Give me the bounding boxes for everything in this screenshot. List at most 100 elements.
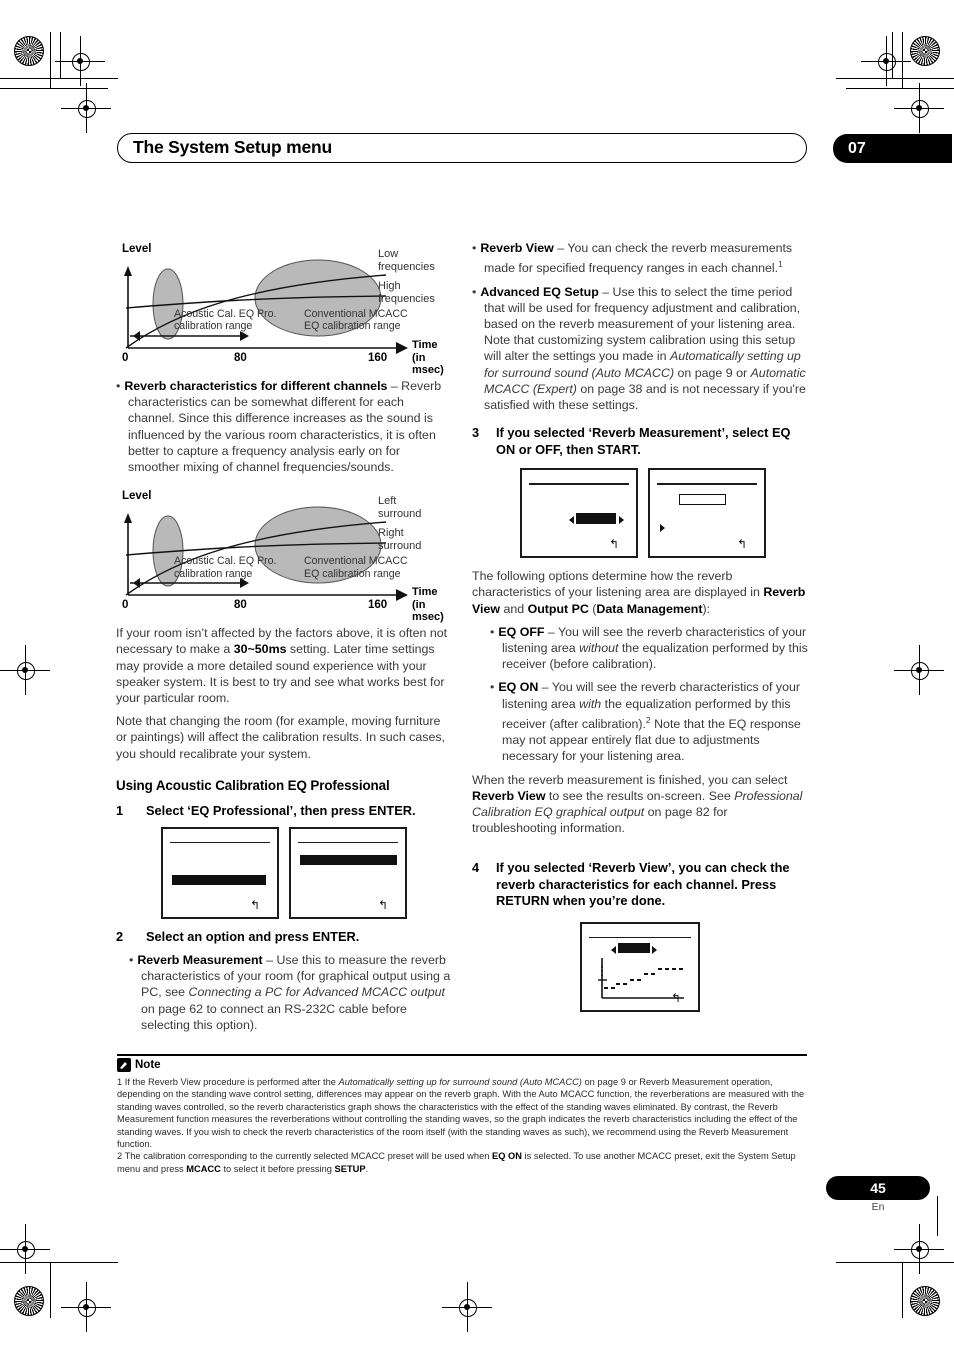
caret-right-icon	[660, 524, 665, 533]
paragraph-following-options: The following options determine how the …	[472, 569, 806, 616]
bullet-title: EQ ON	[498, 680, 539, 695]
bullet-title: Reverb Measurement	[137, 953, 263, 968]
caret-right-icon	[652, 945, 657, 954]
crop-mark-line	[846, 88, 954, 90]
step-1-text: Select ‘EQ Professional’, then press ENT…	[146, 803, 416, 819]
osd-screen-eq-professional-list[interactable]: ↰	[161, 826, 279, 919]
step-2-text: Select an option and press ENTER.	[146, 928, 360, 944]
figure-tick-80: 80	[234, 599, 247, 612]
figure-tick-80: 80	[234, 352, 247, 364]
note-heading-label: Note	[135, 1059, 161, 1071]
registration-target-mark	[55, 36, 105, 86]
crop-mark-line	[836, 78, 954, 80]
screen-title-rule	[298, 841, 398, 844]
step-3-number: 3	[472, 425, 480, 441]
return-icon: ↰	[670, 990, 681, 1005]
bullet-glyph: •	[472, 284, 477, 299]
figure-curve-label-low: Low frequencies	[378, 248, 435, 273]
footnote-1: 1 If the Reverb View procedure is perfor…	[117, 1077, 805, 1150]
osd-screen-eq-professional-selected[interactable]: ↰	[289, 826, 407, 919]
registration-target-mark	[894, 83, 944, 133]
figure-reverb-surround: Level Left surround Right surround Acousti…	[116, 487, 454, 623]
figure-annotation-right: Conventional MCACC EQ calibration range	[304, 555, 408, 580]
screens-step-1: ↰ ↰	[161, 826, 454, 919]
registration-target-mark	[894, 645, 944, 695]
figure-reverb-frequencies: Level Low frequencies High frequencies Aco…	[116, 240, 454, 376]
bullet-glyph: •	[490, 624, 495, 639]
bullet-reverb-measurement: • Reverb Measurement – Use this to measur…	[129, 953, 451, 1032]
right-column: • Reverb View – You can check the reverb …	[472, 240, 810, 1022]
crop-mark-line	[60, 32, 62, 78]
figure-x-axis-label: Time (in msec)	[412, 339, 444, 377]
bullet-title: Advanced EQ Setup	[480, 284, 599, 299]
osd-screen-eq-setting[interactable]: ↰	[520, 468, 638, 559]
page-language-label: En	[871, 1201, 885, 1213]
screens-step-3: ↰ ↰	[520, 468, 810, 559]
registration-target-mark	[0, 645, 50, 695]
bullet-advanced-eq-setup: • Advanced EQ Setup – Use this to select …	[472, 284, 806, 412]
paragraph-room-settings: If your room isn’t affected by the facto…	[116, 626, 448, 706]
step-4-text: If you selected ‘Reverb View’, you can c…	[496, 860, 790, 909]
step-2-number: 2	[116, 928, 124, 944]
osd-screen-reverb-view-graph[interactable]: ↰	[580, 921, 700, 1012]
crop-mark-line	[50, 32, 52, 88]
figure-curve-label-high: High frequencies	[378, 280, 435, 305]
crop-mark-line	[0, 1262, 118, 1264]
registration-target-mark	[861, 36, 911, 86]
figure-annotation-right: Conventional MCACC EQ calibration range	[304, 308, 408, 333]
bullet-glyph: •	[129, 953, 134, 968]
figure-tick-0: 0	[122, 352, 129, 364]
figure-y-axis-label: Level	[122, 490, 152, 503]
bullet-title: EQ OFF	[498, 624, 545, 639]
registration-target-mark	[61, 83, 111, 133]
redacted-value	[576, 513, 616, 525]
registration-target-mark	[894, 1224, 944, 1274]
crop-mark-line	[0, 78, 118, 80]
crop-mark-line	[0, 88, 108, 90]
bullet-reverb-view: • Reverb View – You can check the reverb …	[472, 241, 793, 276]
step-4-number: 4	[472, 860, 480, 876]
paragraph-measurement-finished: When the reverb measurement is finished,…	[472, 772, 803, 836]
crop-mark-line	[50, 1262, 52, 1318]
footnote-1-italic: Automatically setting up for surround so…	[338, 1077, 582, 1087]
step-2: 2 Select an option and press ENTER.	[116, 929, 454, 946]
figure-tick-0: 0	[122, 599, 129, 612]
footnote-ref-1: 1	[778, 259, 783, 270]
screens-step-4: ↰	[580, 921, 810, 1012]
crop-mark-line	[836, 1262, 954, 1264]
redacted-channel-label	[618, 942, 650, 953]
note-separator-rule	[117, 1054, 807, 1057]
bullet-glyph: •	[116, 379, 121, 393]
bullet-body: – Reverb characteristics can be somewhat…	[128, 379, 442, 475]
figure-curve-label-left-surround: Left surround	[378, 495, 422, 520]
note-pencil-icon	[117, 1058, 131, 1072]
page-title: The System Setup menu	[133, 137, 333, 157]
section-heading-using-eq-pro: Using Acoustic Calibration EQ Profession…	[116, 777, 390, 793]
registration-circle-mark	[14, 36, 44, 66]
bullet-glyph: •	[472, 241, 477, 255]
registration-target-mark	[0, 1224, 50, 1274]
return-icon: ↰	[736, 537, 747, 552]
figure-annotation-left: Acoustic Cal. EQ Pro. calibration range	[174, 555, 277, 580]
caret-left-icon	[611, 945, 616, 954]
step-1-number: 1	[116, 803, 124, 819]
figure-x-axis-label: Time (in msec)	[412, 586, 444, 624]
figure-tick-160: 160	[368, 352, 388, 364]
paragraph-room-changes: Note that changing the room (for example…	[116, 714, 445, 761]
screen-title-rule	[529, 483, 629, 485]
step-3-text: If you selected ‘Reverb Measurement’, se…	[496, 425, 791, 457]
bullet-glyph: •	[490, 680, 495, 695]
registration-circle-mark	[14, 1286, 44, 1316]
osd-screen-start-measurement[interactable]: ↰	[648, 468, 766, 559]
registration-circle-mark	[910, 1286, 940, 1316]
figure-curve-label-right-surround: Right surround	[378, 527, 422, 552]
document-page: The System Setup menu 07 Level Low frequ…	[0, 0, 954, 1351]
redacted-menu-item	[172, 874, 266, 885]
return-icon: ↰	[249, 897, 260, 912]
page-number-badge: 45	[826, 1176, 930, 1200]
crop-mark-line	[902, 1262, 904, 1318]
bullet-reverb-channels: • Reverb characteristics for different ch…	[116, 378, 454, 475]
bullet-eq-on: • EQ ON – You will see the reverb charact…	[490, 680, 801, 764]
registration-circle-mark	[910, 36, 940, 66]
screen-title-rule	[657, 483, 757, 485]
